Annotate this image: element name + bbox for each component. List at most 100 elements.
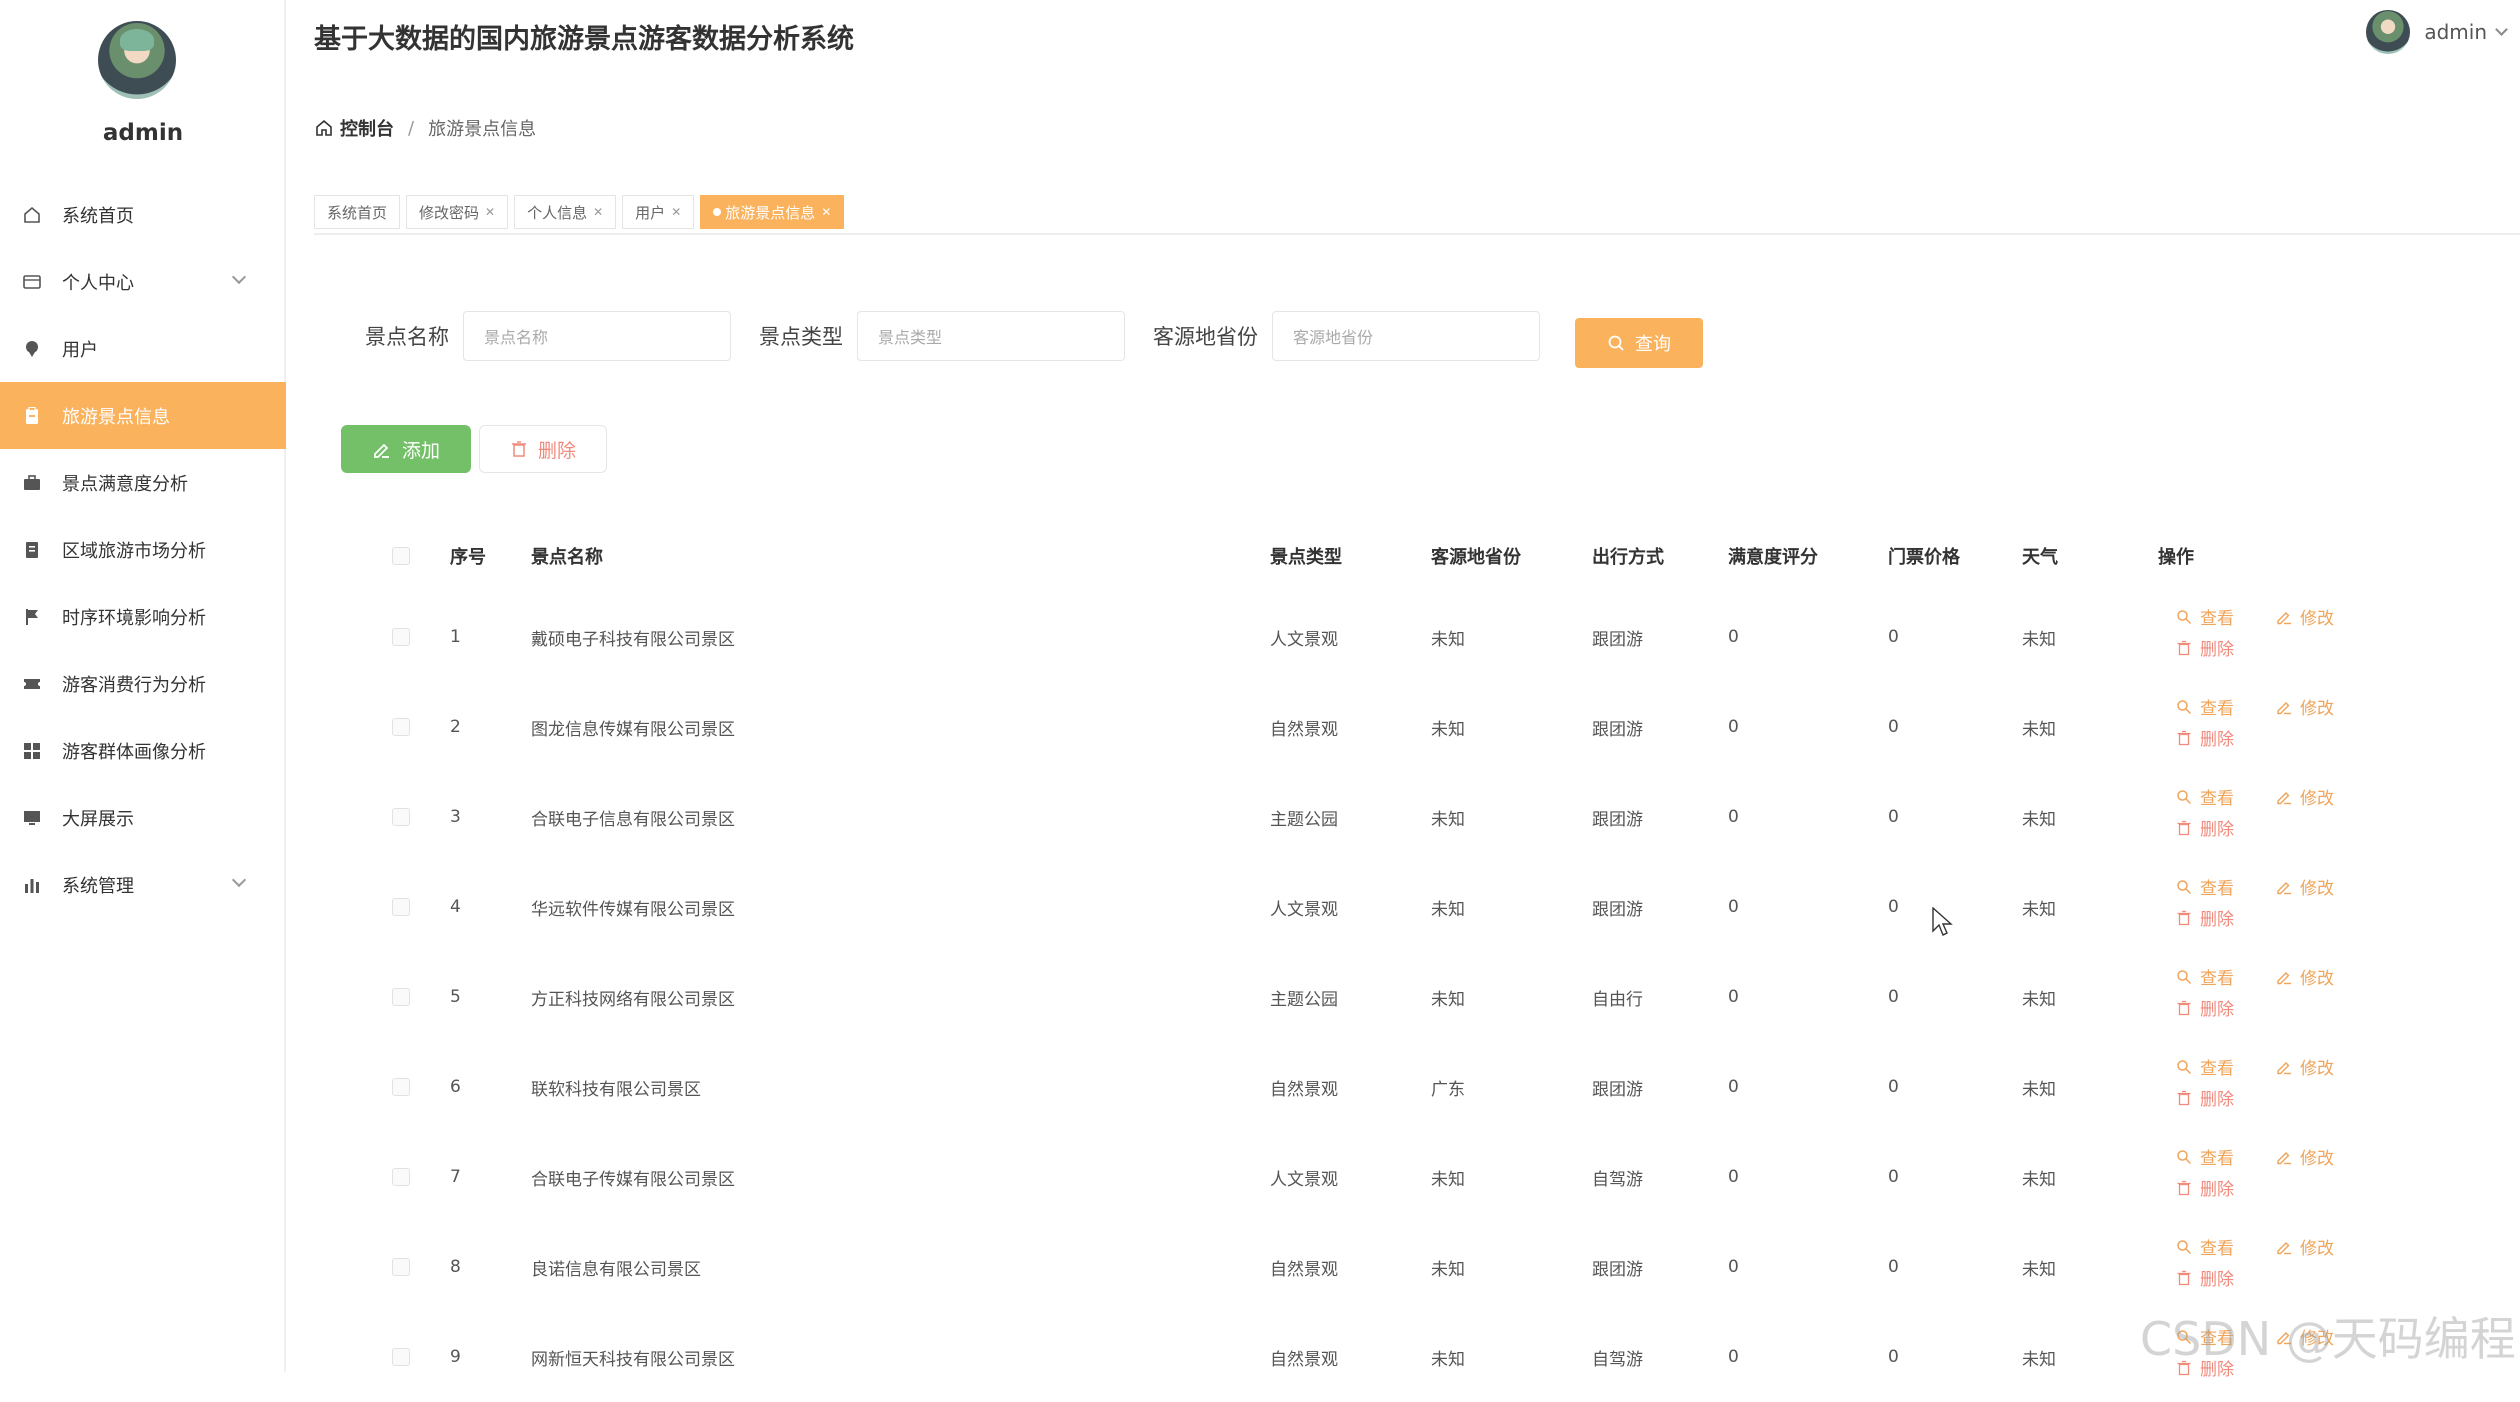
edit-label[interactable]: 修改 xyxy=(2300,1234,2334,1259)
edit-button[interactable]: 修改 xyxy=(2276,1144,2334,1169)
delete-label[interactable]: 删除 xyxy=(2200,1085,2234,1110)
delete-button[interactable]: 删除 xyxy=(2176,1085,2234,1110)
delete-label[interactable]: 删除 xyxy=(2200,905,2234,930)
attraction-name-input[interactable]: 景点名称 xyxy=(463,311,731,361)
row-checkbox[interactable] xyxy=(392,952,410,1042)
view-label[interactable]: 查看 xyxy=(2200,964,2234,989)
close-icon[interactable]: ✕ xyxy=(821,205,831,219)
tag-home[interactable]: 系统首页 xyxy=(314,195,401,229)
query-button-label[interactable]: 查询 xyxy=(1635,330,1671,356)
sidebar-item-regional-market[interactable]: 区域旅游市场分析 xyxy=(0,516,286,583)
view-button[interactable]: 查看 xyxy=(2176,874,2234,899)
avatar[interactable] xyxy=(2366,10,2411,54)
avatar[interactable] xyxy=(98,21,176,99)
header-username[interactable]: admin xyxy=(2424,20,2487,44)
edit-button[interactable]: 修改 xyxy=(2276,1234,2334,1259)
sidebar-item-big-screen[interactable]: 大屏展示 xyxy=(0,784,286,851)
view-button[interactable]: 查看 xyxy=(2176,1054,2234,1079)
edit-label[interactable]: 修改 xyxy=(2300,1054,2334,1079)
edit-button[interactable]: 修改 xyxy=(2276,874,2334,899)
view-button[interactable]: 查看 xyxy=(2176,1234,2234,1259)
edit-label[interactable]: 修改 xyxy=(2300,694,2334,719)
tag-label[interactable]: 旅游景点信息 xyxy=(725,202,815,223)
tag-personal-info[interactable]: 个人信息 ✕ xyxy=(514,195,617,229)
delete-button[interactable]: 删除 xyxy=(2176,635,2234,660)
sidebar-item-attractions[interactable]: 旅游景点信息 xyxy=(0,382,286,449)
edit-label[interactable]: 修改 xyxy=(2300,1144,2334,1169)
select-all-checkbox[interactable] xyxy=(392,520,410,592)
row-checkbox[interactable] xyxy=(392,1222,410,1312)
row-checkbox[interactable] xyxy=(392,682,410,772)
province-input[interactable]: 客源地省份 xyxy=(1272,311,1540,361)
sidebar-item-consumption[interactable]: 游客消费行为分析 xyxy=(0,650,286,717)
row-checkbox[interactable] xyxy=(392,772,410,862)
sidebar-item-users[interactable]: 用户 xyxy=(0,315,286,382)
sidebar-item-home[interactable]: 系统首页 xyxy=(0,181,286,248)
tag-change-password[interactable]: 修改密码 ✕ xyxy=(406,195,509,229)
user-menu[interactable]: admin xyxy=(2366,10,2508,54)
delete-button[interactable]: 删除 xyxy=(2176,995,2234,1020)
sidebar-item-portrait[interactable]: 游客群体画像分析 xyxy=(0,717,286,784)
sidebar-item-system[interactable]: 系统管理 xyxy=(0,851,286,918)
delete-label[interactable]: 删除 xyxy=(2200,725,2234,750)
tag-label[interactable]: 修改密码 xyxy=(419,202,479,223)
tag-label[interactable]: 用户 xyxy=(635,202,665,223)
sidebar-item-satisfaction[interactable]: 景点满意度分析 xyxy=(0,449,286,516)
edit-label[interactable]: 修改 xyxy=(2300,964,2334,989)
view-button[interactable]: 查看 xyxy=(2176,604,2234,629)
edit-label[interactable]: 修改 xyxy=(2300,784,2334,809)
edit-icon xyxy=(374,443,389,458)
view-label[interactable]: 查看 xyxy=(2200,874,2234,899)
add-button[interactable]: 添加 xyxy=(341,425,471,473)
close-icon[interactable]: ✕ xyxy=(671,205,681,219)
edit-label[interactable]: 修改 xyxy=(2300,874,2334,899)
edit-button[interactable]: 修改 xyxy=(2276,694,2334,719)
breadcrumb-home-label[interactable]: 控制台 xyxy=(340,115,394,141)
view-button[interactable]: 查看 xyxy=(2176,694,2234,719)
edit-button[interactable]: 修改 xyxy=(2276,784,2334,809)
delete-label[interactable]: 删除 xyxy=(2200,815,2234,840)
edit-label[interactable]: 修改 xyxy=(2300,604,2334,629)
delete-button[interactable]: 删除 xyxy=(2176,1175,2234,1200)
edit-button[interactable]: 修改 xyxy=(2276,1054,2334,1079)
view-label[interactable]: 查看 xyxy=(2200,1054,2234,1079)
tag-label[interactable]: 系统首页 xyxy=(327,202,387,223)
view-button[interactable]: 查看 xyxy=(2176,784,2234,809)
edit-button[interactable]: 修改 xyxy=(2276,604,2334,629)
sidebar-item-personal-center[interactable]: 个人中心 xyxy=(0,248,286,315)
row-checkbox[interactable] xyxy=(392,862,410,952)
delete-label[interactable]: 删除 xyxy=(2200,1175,2234,1200)
add-button-label[interactable]: 添加 xyxy=(402,436,440,463)
view-label[interactable]: 查看 xyxy=(2200,694,2234,719)
tag-users[interactable]: 用户 ✕ xyxy=(622,195,695,229)
view-button[interactable]: 查看 xyxy=(2176,964,2234,989)
view-label[interactable]: 查看 xyxy=(2200,604,2234,629)
view-label[interactable]: 查看 xyxy=(2200,1234,2234,1259)
delete-button[interactable]: 删除 xyxy=(2176,1265,2234,1290)
query-button[interactable]: 查询 xyxy=(1575,318,1703,368)
view-label[interactable]: 查看 xyxy=(2200,1144,2234,1169)
delete-label[interactable]: 删除 xyxy=(2200,995,2234,1020)
delete-label[interactable]: 删除 xyxy=(2200,635,2234,660)
close-icon[interactable]: ✕ xyxy=(485,205,495,219)
attraction-type-input[interactable]: 景点类型 xyxy=(857,311,1125,361)
tag-label[interactable]: 个人信息 xyxy=(527,202,587,223)
view-label[interactable]: 查看 xyxy=(2200,784,2234,809)
tag-attractions[interactable]: 旅游景点信息 ✕ xyxy=(700,195,845,229)
row-checkbox[interactable] xyxy=(392,1132,410,1222)
breadcrumb-home[interactable]: 控制台 xyxy=(314,115,394,141)
view-button[interactable]: 查看 xyxy=(2176,1144,2234,1169)
delete-label[interactable]: 删除 xyxy=(2200,1265,2234,1290)
row-checkbox[interactable] xyxy=(392,1042,410,1132)
edit-button[interactable]: 修改 xyxy=(2276,964,2334,989)
delete-button-label[interactable]: 删除 xyxy=(538,436,576,463)
delete-button[interactable]: 删除 xyxy=(2176,905,2234,930)
batch-delete-button[interactable]: 删除 xyxy=(479,425,607,473)
chevron-down-icon[interactable] xyxy=(2495,23,2508,36)
row-checkbox[interactable] xyxy=(392,1312,410,1402)
delete-button[interactable]: 删除 xyxy=(2176,815,2234,840)
delete-button[interactable]: 删除 xyxy=(2176,725,2234,750)
close-icon[interactable]: ✕ xyxy=(593,205,603,219)
sidebar-item-time-series[interactable]: 时序环境影响分析 xyxy=(0,583,286,650)
row-checkbox[interactable] xyxy=(392,592,410,682)
